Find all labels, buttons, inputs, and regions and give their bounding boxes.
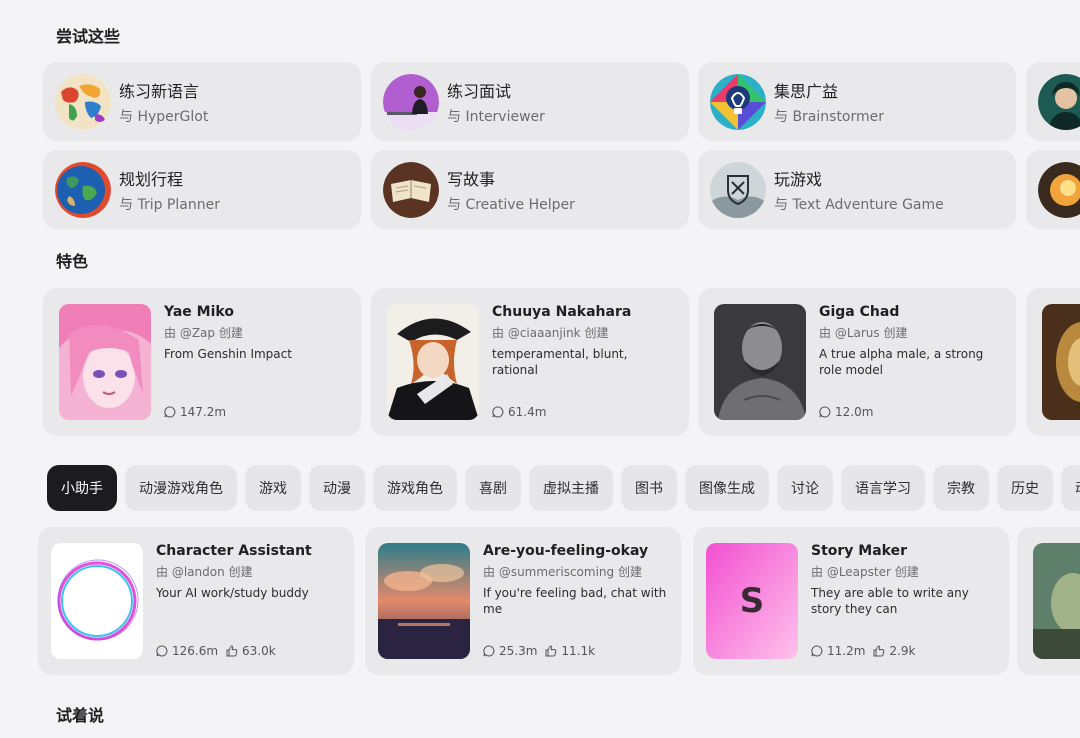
- character-avatar: [1042, 304, 1080, 420]
- character-creator: 由 @summeriscoming 创建: [483, 565, 642, 579]
- character-description: From Genshin Impact: [164, 347, 292, 361]
- featured-card-giga-chad[interactable]: Giga Chad 由 @Larus 创建 A true alpha male,…: [698, 288, 1016, 436]
- try-card-hyperglot[interactable]: 练习新语言 与 HyperGlot: [43, 62, 361, 141]
- thumbs-up-icon: [873, 645, 885, 657]
- try-card-interviewer[interactable]: 练习面试 与 Interviewer: [371, 62, 689, 141]
- character-avatar: [59, 304, 151, 420]
- category-tabs: 小助手 动漫游戏角色 游戏 动漫 游戏角色 喜剧 虚拟主播 图书 图像生成 讨论…: [47, 465, 1080, 511]
- try-card-text-adventure[interactable]: 玩游戏 与 Text Adventure Game: [698, 150, 1016, 229]
- try-card-title: 玩游戏: [774, 169, 823, 189]
- try-card-subtitle: 与 Creative Helper: [447, 196, 575, 213]
- character-description: Your AI work/study buddy: [156, 586, 309, 600]
- chat-bubble-icon: [819, 406, 831, 418]
- tab-assistant[interactable]: 小助手: [47, 465, 117, 511]
- try-card-title: 练习新语言: [119, 81, 200, 101]
- tab-comedy[interactable]: 喜剧: [465, 465, 521, 511]
- featured-card-chuuya[interactable]: Chuuya Nakahara 由 @ciaaanjink 创建 tempera…: [371, 288, 689, 436]
- character-description: A true alpha male, a strong role model: [819, 347, 984, 377]
- chat-count: 12.0m: [835, 405, 874, 419]
- tab-history[interactable]: 历史: [997, 465, 1053, 511]
- chat-bubble-icon: [483, 645, 495, 657]
- try-card-subtitle: 与 HyperGlot: [119, 108, 209, 125]
- character-creator: 由 @Larus 创建: [819, 326, 908, 340]
- section-title-try: 尝试这些: [56, 27, 121, 46]
- character-creator: 由 @Leapster 创建: [811, 565, 919, 579]
- like-count: 11.1k: [561, 644, 596, 658]
- try-card-partial-2[interactable]: [1026, 150, 1080, 229]
- chat-count: 11.2m: [827, 644, 866, 658]
- tab-animals[interactable]: 动物: [1061, 465, 1080, 511]
- character-avatar: [51, 543, 143, 659]
- chat-bubble-icon: [492, 406, 504, 418]
- character-name: Chuuya Nakahara: [492, 304, 632, 320]
- chat-bubble-icon: [164, 406, 176, 418]
- tab-games[interactable]: 游戏: [245, 465, 301, 511]
- featured-card-yae-miko[interactable]: Yae Miko 由 @Zap 创建 From Genshin Impact 1…: [43, 288, 361, 436]
- try-card-brainstormer[interactable]: 集思广益 与 Brainstormer: [698, 62, 1016, 141]
- try-card-subtitle: 与 Text Adventure Game: [774, 196, 944, 213]
- character-name: Story Maker: [811, 543, 908, 559]
- character-name: Yae Miko: [164, 304, 234, 320]
- avatar-icon: [1038, 73, 1080, 130]
- chat-count: 61.4m: [508, 405, 547, 419]
- tab-vtuber[interactable]: 虚拟主播: [529, 465, 613, 511]
- world-map-icon: [55, 73, 111, 130]
- shield-icon: [710, 161, 766, 218]
- tab-discussion[interactable]: 讨论: [777, 465, 833, 511]
- tab-game-characters[interactable]: 游戏角色: [373, 465, 457, 511]
- featured-card-partial[interactable]: [1026, 288, 1080, 436]
- character-avatar: [378, 543, 470, 659]
- chat-bubble-icon: [811, 645, 823, 657]
- assistant-card-feeling-okay[interactable]: Are-you-feeling-okay 由 @summeriscoming 创…: [365, 527, 681, 675]
- tab-books[interactable]: 图书: [621, 465, 677, 511]
- avatar-letter: S: [739, 581, 765, 621]
- like-count: 63.0k: [242, 644, 276, 658]
- chat-bubble-icon: [156, 645, 168, 657]
- character-avatar: [387, 304, 479, 420]
- character-description: temperamental, blunt, rational: [492, 347, 628, 377]
- book-icon: [383, 161, 439, 218]
- character-name: Are-you-feeling-okay: [483, 543, 649, 559]
- try-card-creative-helper[interactable]: 写故事 与 Creative Helper: [371, 150, 689, 229]
- try-card-title: 规划行程: [119, 169, 184, 189]
- assistant-card-partial[interactable]: [1017, 527, 1080, 675]
- tab-image-generation[interactable]: 图像生成: [685, 465, 769, 511]
- character-description: They are able to write any story they ca…: [811, 586, 969, 616]
- character-name: Giga Chad: [819, 304, 900, 320]
- lightbulb-icon: [710, 73, 766, 130]
- tab-anime[interactable]: 动漫: [309, 465, 365, 511]
- try-card-trip-planner[interactable]: 规划行程 与 Trip Planner: [43, 150, 361, 229]
- chat-count: 25.3m: [499, 644, 538, 658]
- try-card-subtitle: 与 Trip Planner: [119, 196, 220, 213]
- try-card-title: 集思广益: [774, 81, 839, 101]
- like-count: 2.9k: [889, 644, 916, 658]
- tab-language-learning[interactable]: 语言学习: [841, 465, 925, 511]
- thumbs-up-icon: [226, 645, 238, 657]
- tab-religion[interactable]: 宗教: [933, 465, 989, 511]
- chat-count: 147.2m: [180, 405, 227, 419]
- try-card-partial[interactable]: [1026, 62, 1080, 141]
- character-creator: 由 @Zap 创建: [164, 326, 243, 340]
- try-card-title: 写故事: [447, 169, 496, 189]
- tab-anime-game-characters[interactable]: 动漫游戏角色: [125, 465, 237, 511]
- thumbs-up-icon: [545, 645, 557, 657]
- chat-count: 126.6m: [172, 644, 219, 658]
- sunset-icon: [1038, 161, 1080, 218]
- character-creator: 由 @ciaaanjink 创建: [492, 326, 609, 340]
- try-card-subtitle: 与 Interviewer: [447, 108, 545, 125]
- character-creator: 由 @landon 创建: [156, 565, 253, 579]
- section-title-try-saying: 试着说: [56, 706, 105, 725]
- character-avatar: S: [706, 543, 798, 659]
- try-card-title: 练习面试: [447, 81, 512, 101]
- character-name: Character Assistant: [156, 543, 312, 559]
- try-card-subtitle: 与 Brainstormer: [774, 108, 885, 125]
- character-avatar: [1033, 543, 1080, 659]
- interviewer-icon: [383, 73, 439, 130]
- assistant-card-story-maker[interactable]: S Story Maker 由 @Leapster 创建 They are ab…: [693, 527, 1009, 675]
- character-avatar: [714, 304, 806, 420]
- character-description: If you're feeling bad, chat with me: [483, 586, 667, 616]
- assistant-card-character-assistant[interactable]: Character Assistant 由 @landon 创建 Your AI…: [38, 527, 354, 675]
- section-title-featured: 特色: [56, 252, 89, 271]
- globe-icon: [55, 161, 111, 218]
